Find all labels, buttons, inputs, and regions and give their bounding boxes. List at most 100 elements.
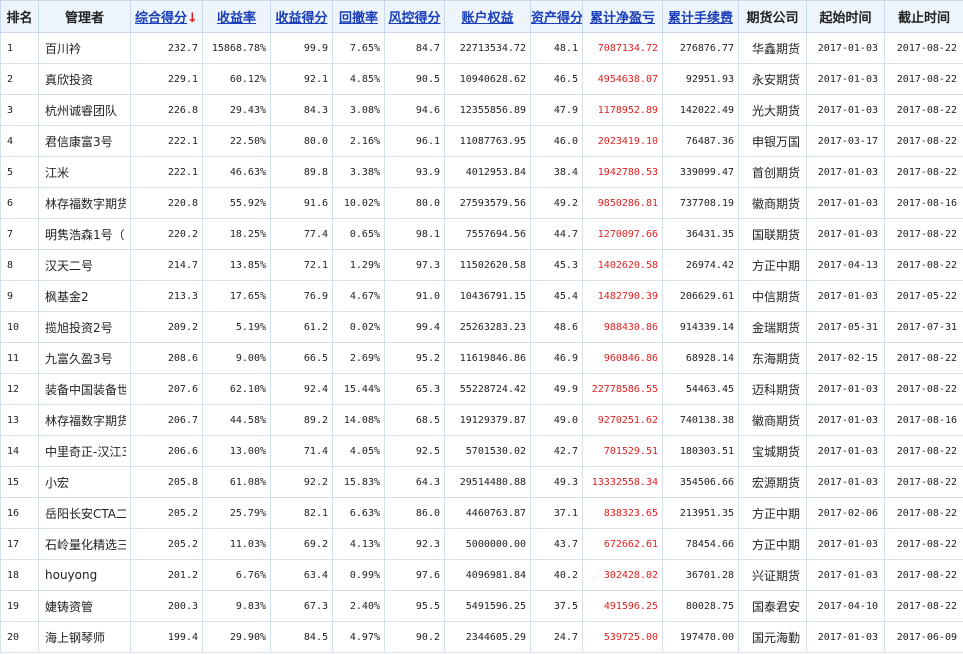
fees-cell-text: 54463.45 [685,383,734,395]
table-row[interactable]: 13 林存福数字期货 206.7 44.58% 89.2 14.08% 68.5 191293… [0,404,963,436]
end-date-cell: 2017-08-22 [884,497,963,529]
header-return-rate-label[interactable]: 收益率 [217,11,256,26]
manager-cell[interactable]: 真欣投资 [38,63,131,95]
fees-cell-text: 80028.75 [685,600,734,612]
manager-cell[interactable]: 岳阳长安CTA二号 [38,497,131,529]
manager-cell-text[interactable]: 林存福数字期货 [45,195,126,212]
header-drawdown-label[interactable]: 回撤率 [339,11,378,26]
table-row[interactable]: 20 海上钢琴师 199.4 29.90% 84.5 4.97% 90.2 2344605.2… [0,621,963,653]
manager-cell[interactable]: 枫基金2 [38,280,131,312]
manager-cell[interactable]: 海上钢琴师 [38,621,131,653]
manager-cell[interactable]: 小宏 [38,466,131,498]
table-row[interactable]: 16 岳阳长安CTA二号 205.2 25.79% 82.1 6.63% 86.0 44607… [0,497,963,529]
manager-cell[interactable]: 林存福数字期货 [38,187,131,219]
rank-cell: 4 [0,125,39,157]
manager-cell[interactable]: houyong [38,559,131,591]
sort-fees[interactable]: 累计手续费 [662,0,739,33]
manager-cell-text[interactable]: 杭州诚睿团队 [45,102,126,119]
manager-cell-text[interactable]: 海上钢琴师 [45,629,126,646]
return-rate-cell: 29.90% [202,621,271,653]
return-rate-cell: 17.65% [202,280,271,312]
table-row[interactable]: 19 婕铸资管 200.3 9.83% 67.3 2.40% 95.5 5491596.25 3… [0,590,963,622]
sort-composite-score[interactable]: 综合得分↓ [130,0,203,33]
table-row[interactable]: 11 九富久盈3号 208.6 9.00% 66.5 2.69% 95.2 11619846.… [0,342,963,374]
fees-cell: 92951.93 [662,63,739,95]
manager-cell[interactable]: 石岭量化精选三 [38,528,131,560]
manager-cell-text[interactable]: 枫基金2 [45,288,126,305]
table-row[interactable]: 9 枫基金2 213.3 17.65% 76.9 4.67% 91.0 10436791.15… [0,280,963,312]
manager-cell[interactable]: 江米 [38,156,131,188]
manager-cell[interactable]: 汉天二号 [38,249,131,281]
composite-score-cell: 220.8 [130,187,203,219]
return-score-cell-text: 69.2 [303,538,328,550]
manager-cell[interactable]: 君信康富3号 [38,125,131,157]
table-row[interactable]: 14 中里奇正-汉江3 206.6 13.00% 71.4 4.05% 92.5 570153… [0,435,963,467]
table-row[interactable]: 7 明隽浩森1号（旧） 220.2 18.25% 77.4 0.65% 98.1 755769… [0,218,963,250]
header-fees-label[interactable]: 累计手续费 [668,11,733,26]
header-equity-label[interactable]: 账户权益 [461,11,513,26]
sort-return-score[interactable]: 收益得分 [270,0,333,33]
manager-cell[interactable]: 林存福数字期货 [38,404,131,436]
rank-cell: 15 [0,466,39,498]
table-row[interactable]: 6 林存福数字期货 220.8 55.92% 91.6 10.02% 80.0 2759357… [0,187,963,219]
rank-cell-text: 17 [7,538,20,550]
start-date-cell: 2017-01-03 [806,373,885,405]
manager-cell-text[interactable]: 九富久盈3号 [45,350,126,367]
composite-score-cell: 205.8 [130,466,203,498]
sort-return-rate[interactable]: 收益率 [202,0,271,33]
manager-cell-text[interactable]: 真欣投资 [45,71,126,88]
manager-cell[interactable]: 明隽浩森1号（旧） [38,218,131,250]
table-row[interactable]: 17 石岭量化精选三 205.2 11.03% 69.2 4.13% 92.3 5000000… [0,528,963,560]
manager-cell-text[interactable]: 君信康富3号 [45,133,126,150]
table-row[interactable]: 1 百川衿 232.7 15868.78% 99.9 7.65% 84.7 22713534.… [0,32,963,64]
table-row[interactable]: 2 真欣投资 229.1 60.12% 92.1 4.85% 90.5 10940628.62… [0,63,963,95]
equity-cell: 5491596.25 [444,590,531,622]
header-asset-score-label[interactable]: 资产得分 [532,11,582,26]
manager-cell[interactable]: 婕铸资管 [38,590,131,622]
table-row[interactable]: 8 汉天二号 214.7 13.85% 72.1 1.29% 97.3 11502620.58… [0,249,963,281]
manager-cell-text[interactable]: 明隽浩森1号（旧） [45,226,126,243]
manager-cell[interactable]: 九富久盈3号 [38,342,131,374]
manager-cell-text[interactable]: 石岭量化精选三 [45,536,126,553]
manager-cell[interactable]: 百川衿 [38,32,131,64]
sort-asset-score[interactable]: 资产得分 [530,0,583,33]
return-score-cell-text: 66.5 [303,352,328,364]
table-row[interactable]: 12 装备中国装备世 207.6 62.10% 92.4 15.44% 65.3 552287… [0,373,963,405]
manager-cell-text[interactable]: 林存福数字期货 [45,412,126,429]
table-row[interactable]: 4 君信康富3号 222.1 22.50% 80.0 2.16% 96.1 11087763.… [0,125,963,157]
sort-equity[interactable]: 账户权益 [444,0,531,33]
manager-cell-text[interactable]: 岳阳长安CTA二号 [45,505,126,522]
return-score-cell: 66.5 [270,342,333,374]
manager-cell-text[interactable]: 中里奇正-汉江3 [45,443,126,460]
manager-cell-text[interactable]: 婕铸资管 [45,598,126,615]
asset-score-cell: 45.4 [530,280,583,312]
sort-risk-score[interactable]: 风控得分 [384,0,445,33]
drawdown-cell-text: 4.05% [349,445,380,457]
sort-drawdown[interactable]: 回撤率 [332,0,385,33]
manager-cell-text[interactable]: houyong [45,568,126,582]
sort-net-pnl[interactable]: 累计净盈亏 [582,0,663,33]
header-return-score-label[interactable]: 收益得分 [275,11,327,26]
manager-cell-text[interactable]: 装备中国装备世 [45,381,126,398]
table-row[interactable]: 5 江米 222.1 46.63% 89.8 3.38% 93.9 4012953.84 38.… [0,156,963,188]
header-net-pnl-label[interactable]: 累计净盈亏 [590,11,655,26]
manager-cell[interactable]: 揽旭投资2号 [38,311,131,343]
manager-cell[interactable]: 装备中国装备世 [38,373,131,405]
manager-cell-text[interactable]: 汉天二号 [45,257,126,274]
manager-cell-text[interactable]: 揽旭投资2号 [45,319,126,336]
header-risk-score-label[interactable]: 风控得分 [388,11,440,26]
rank-cell-text: 5 [7,166,14,178]
manager-cell-text[interactable]: 江米 [45,164,126,181]
futures-company-cell-text: 迈科期货 [751,382,800,397]
composite-score-cell-text: 222.1 [167,135,198,147]
manager-cell[interactable]: 中里奇正-汉江3 [38,435,131,467]
table-row[interactable]: 15 小宏 205.8 61.08% 92.2 15.83% 64.3 29514480.88… [0,466,963,498]
table-row[interactable]: 3 杭州诚睿团队 226.8 29.43% 84.3 3.08% 94.6 12355856.… [0,94,963,126]
manager-cell-text[interactable]: 百川衿 [45,40,126,57]
table-row[interactable]: 10 揽旭投资2号 209.2 5.19% 61.2 0.02% 99.4 25263283.… [0,311,963,343]
header-composite-label[interactable]: 综合得分 [135,11,187,26]
end-date-cell-text: 2017-08-22 [896,445,957,457]
table-row[interactable]: 18 houyong 201.2 6.76% 63.4 0.99% 97.6 4096981.… [0,559,963,591]
manager-cell[interactable]: 杭州诚睿团队 [38,94,131,126]
manager-cell-text[interactable]: 小宏 [45,474,126,491]
